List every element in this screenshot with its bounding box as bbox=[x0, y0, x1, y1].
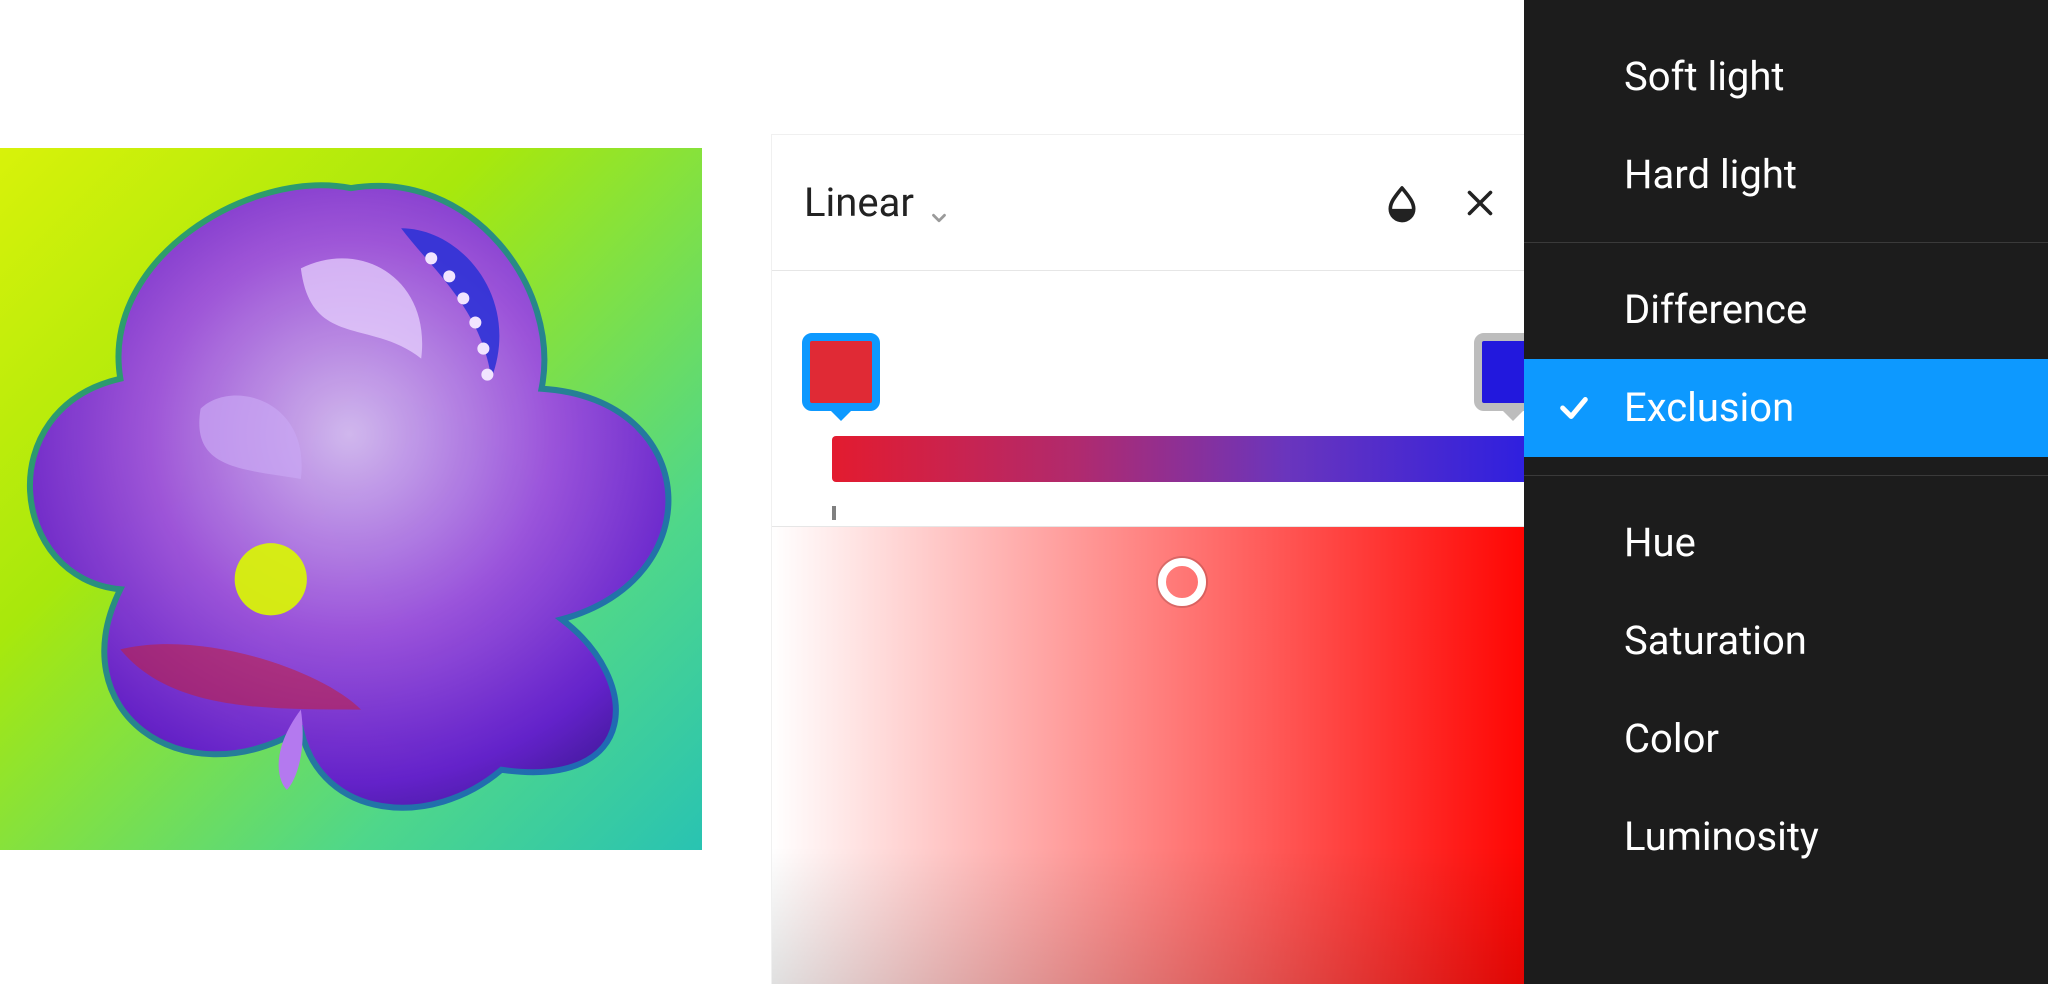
blend-item-label: Hue bbox=[1624, 523, 1696, 563]
blend-item-label: Color bbox=[1624, 719, 1719, 759]
blend-item-luminosity[interactable]: Luminosity bbox=[1524, 788, 2048, 886]
blend-item-label: Difference bbox=[1624, 290, 1807, 330]
blend-item-label: Luminosity bbox=[1624, 817, 1819, 857]
gradient-type-label: Linear bbox=[804, 179, 914, 226]
close-icon[interactable] bbox=[1456, 179, 1504, 227]
menu-separator bbox=[1524, 475, 2048, 476]
blend-item-saturation[interactable]: Saturation bbox=[1524, 592, 2048, 690]
blend-mode-menu[interactable]: Soft light Hard light Difference Exclusi… bbox=[1524, 0, 2048, 984]
blend-mode-icon[interactable] bbox=[1378, 179, 1426, 227]
blend-item-label: Soft light bbox=[1624, 57, 1785, 97]
blend-item-soft-light[interactable]: Soft light bbox=[1524, 28, 2048, 126]
blend-item-label: Hard light bbox=[1624, 155, 1797, 195]
blend-item-difference[interactable]: Difference bbox=[1524, 261, 2048, 359]
gradient-type-dropdown[interactable]: Linear bbox=[804, 179, 950, 226]
gradient-stop-start[interactable] bbox=[802, 333, 880, 411]
menu-separator bbox=[1524, 242, 2048, 243]
artwork-shape bbox=[0, 148, 702, 850]
chevron-down-icon bbox=[928, 192, 950, 214]
gradient-bar[interactable] bbox=[832, 436, 1532, 482]
blend-item-color[interactable]: Color bbox=[1524, 690, 2048, 788]
opacity-stop-tick[interactable] bbox=[832, 506, 836, 520]
blend-item-hard-light[interactable]: Hard light bbox=[1524, 126, 2048, 224]
color-panel: Linear bbox=[772, 135, 1532, 984]
blend-item-exclusion[interactable]: Exclusion bbox=[1524, 359, 2048, 457]
blend-item-label: Exclusion bbox=[1624, 388, 1794, 428]
color-panel-header: Linear bbox=[772, 135, 1532, 271]
canvas-preview bbox=[0, 148, 702, 850]
saturation-value-field[interactable] bbox=[772, 527, 1532, 984]
check-icon bbox=[1552, 391, 1596, 425]
blend-item-label: Saturation bbox=[1624, 621, 1807, 661]
blend-item-hue[interactable]: Hue bbox=[1524, 494, 2048, 592]
gradient-editor[interactable] bbox=[772, 271, 1532, 527]
